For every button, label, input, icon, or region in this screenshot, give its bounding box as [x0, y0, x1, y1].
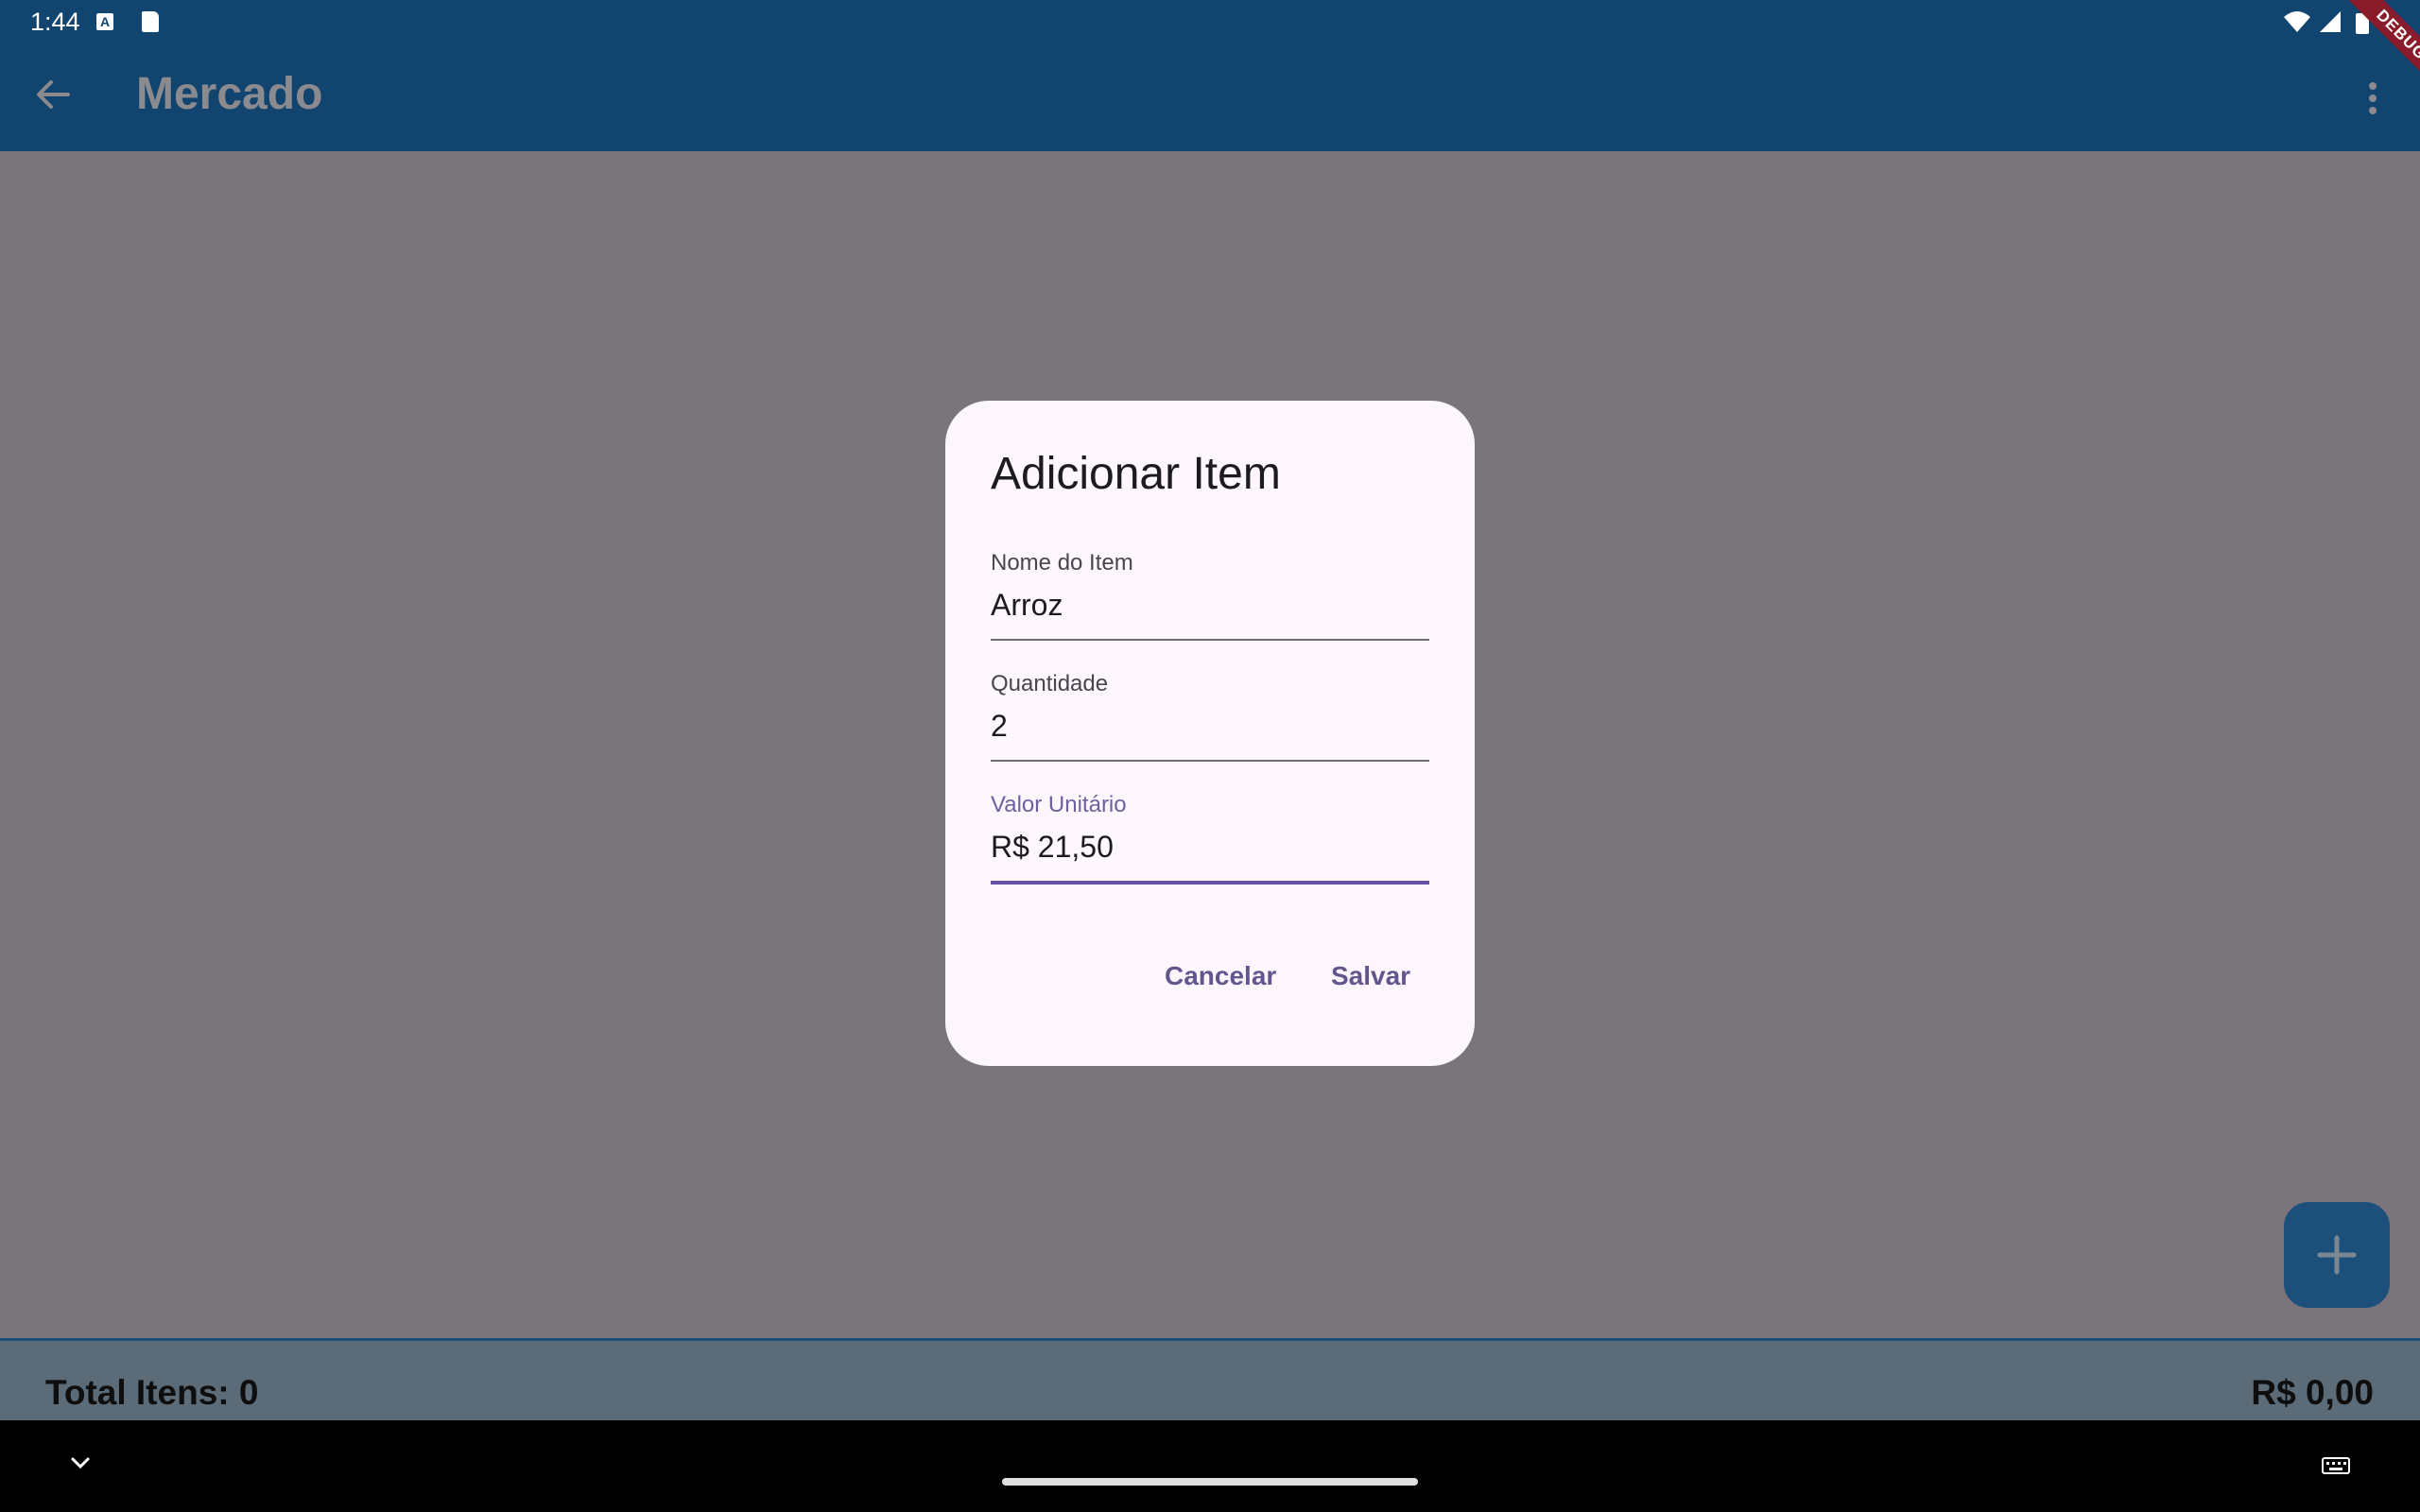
quantity-label: Quantidade	[991, 671, 1109, 696]
totals-bar	[0, 1341, 2420, 1420]
quantity-input[interactable]: 2	[991, 709, 1008, 744]
total-items-label: Total Itens: 0	[45, 1373, 259, 1412]
dialog-title: Adicionar Item	[991, 449, 1281, 499]
status-time: 1:44	[30, 8, 80, 36]
app-title: Mercado	[136, 69, 323, 119]
add-item-fab[interactable]	[2284, 1202, 2390, 1308]
more-vert-icon[interactable]	[2367, 81, 2378, 115]
unit-price-input[interactable]: R$ 21,50	[991, 830, 1114, 865]
quantity-underline	[991, 760, 1429, 762]
system-nav-bar	[0, 1420, 2420, 1512]
app-bar	[0, 45, 2420, 151]
signal-icon	[2320, 11, 2341, 32]
home-handle[interactable]	[1002, 1478, 1418, 1486]
item-name-underline	[991, 639, 1429, 641]
unit-price-label: Valor Unitário	[991, 792, 1127, 817]
item-name-label: Nome do Item	[991, 550, 1133, 576]
chevron-down-icon[interactable]	[70, 1456, 91, 1469]
cancel-button[interactable]: Cancelar	[1165, 961, 1276, 991]
back-arrow-icon[interactable]	[34, 76, 72, 113]
item-name-input[interactable]: Arroz	[991, 588, 1063, 623]
sd-card-icon	[142, 11, 159, 32]
unit-price-underline	[991, 881, 1429, 885]
keyboard-icon[interactable]	[2322, 1457, 2350, 1474]
total-value: R$ 0,00	[2251, 1373, 2374, 1412]
add-icon	[2317, 1235, 2357, 1275]
wifi-icon	[2284, 11, 2310, 32]
status-bar	[0, 0, 2420, 45]
notification-a-icon: A	[96, 13, 113, 30]
save-button[interactable]: Salvar	[1331, 961, 1410, 991]
